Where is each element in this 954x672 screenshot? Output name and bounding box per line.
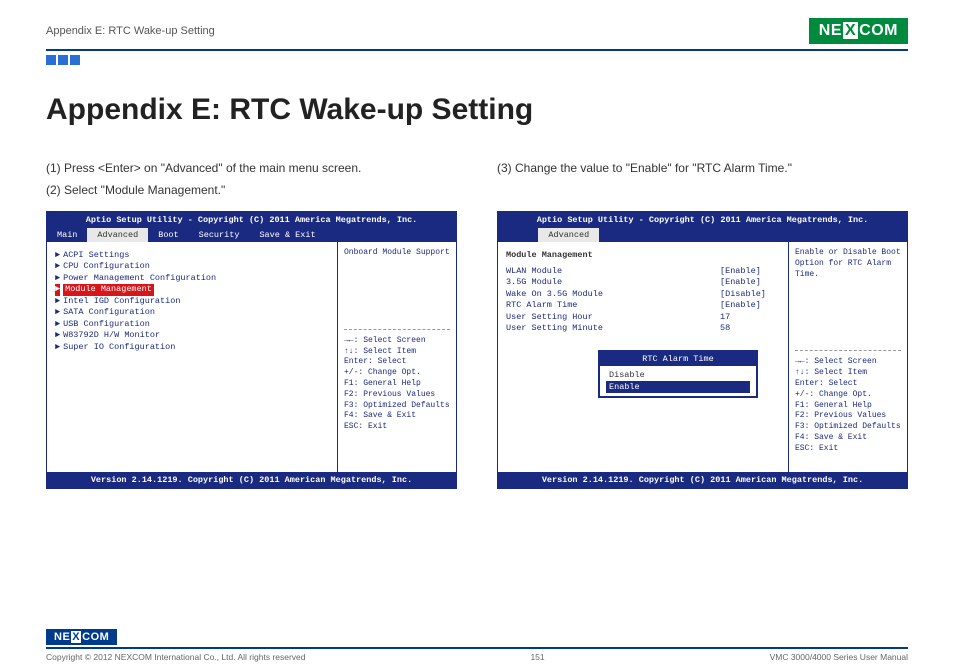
step-3: (3) Change the value to "Enable" for "RT… [497,161,908,175]
menu-item-hwmon[interactable]: ►W83792D H/W Monitor [55,330,329,341]
tab-security[interactable]: Security [189,228,250,242]
menu-item-igd[interactable]: ►Intel IGD Configuration [55,296,329,307]
page-number: 151 [306,652,770,662]
row-minute[interactable]: User Setting Minute58 [506,323,780,334]
tab-boot[interactable]: Boot [148,228,188,242]
tab-advanced[interactable]: Advanced [87,228,148,242]
side-description: Onboard Module Support [344,248,450,259]
menu-item-power[interactable]: ►Power Management Configuration [55,273,329,284]
breadcrumb: Appendix E: RTC Wake-up Setting [46,25,215,37]
bios-version-bar: Version 2.14.1219. Copyright (C) 2011 Am… [498,472,907,488]
bios-title-bar: Aptio Setup Utility - Copyright (C) 2011… [47,212,456,228]
row-35g[interactable]: 3.5G Module[Enable] [506,277,780,288]
copyright: Copyright © 2012 NEXCOM International Co… [46,652,306,662]
bios-key-help: →←: Select Screen↑↓: Select Item Enter: … [795,350,901,454]
step-1: (1) Press <Enter> on "Advanced" of the m… [46,161,457,175]
bios-title-bar: Aptio Setup Utility - Copyright (C) 2011… [498,212,907,228]
side-description: Enable or Disable Boot Option for RTC Al… [795,248,901,280]
row-wake-35g[interactable]: Wake On 3.5G Module[Disable] [506,289,780,300]
option-enable[interactable]: Enable [606,381,750,393]
bios-main-panel: ►ACPI Settings ►CPU Configuration ►Power… [47,242,338,472]
logo: NEXCOM [809,18,908,44]
option-disable[interactable]: Disable [606,369,750,381]
popup-title: RTC Alarm Time [600,352,756,366]
left-column: (1) Press <Enter> on "Advanced" of the m… [46,161,457,489]
bios-version-bar: Version 2.14.1219. Copyright (C) 2011 Am… [47,472,456,488]
row-hour[interactable]: User Setting Hour17 [506,312,780,323]
manual-name: VMC 3000/4000 Series User Manual [770,652,908,662]
tab-main[interactable]: Main [47,228,87,242]
bios-key-help: →←: Select Screen↑↓: Select Item Enter: … [344,329,450,433]
menu-item-acpi[interactable]: ►ACPI Settings [55,250,329,261]
rtc-alarm-popup: RTC Alarm Time Disable Enable [598,350,758,398]
step-2: (2) Select "Module Management." [46,183,457,197]
page-title: Appendix E: RTC Wake-up Setting [46,93,908,127]
menu-item-sata[interactable]: ►SATA Configuration [55,307,329,318]
bios-tabs: Main Advanced Boot Security Save & Exit [47,228,456,242]
menu-item-superio[interactable]: ►Super IO Configuration [55,342,329,353]
row-wlan[interactable]: WLAN Module[Enable] [506,266,780,277]
tab-advanced[interactable]: Advanced [538,228,599,242]
menu-item-module-mgmt[interactable]: ►Module Management [55,284,329,295]
bios-side-panel: Enable or Disable Boot Option for RTC Al… [789,242,907,472]
decorative-squares [46,55,908,65]
bios-screenshot-1: Aptio Setup Utility - Copyright (C) 2011… [46,211,457,489]
bios-screenshot-2: Aptio Setup Utility - Copyright (C) 2011… [497,211,908,489]
footer-logo: NEXCOM [46,629,117,645]
header-rule [46,49,908,51]
page-footer: NEXCOM Copyright © 2012 NEXCOM Internati… [46,627,908,662]
tab-save-exit[interactable]: Save & Exit [249,228,325,242]
bios-main-panel: Module Management WLAN Module[Enable] 3.… [498,242,789,472]
menu-item-cpu[interactable]: ►CPU Configuration [55,261,329,272]
right-column: (3) Change the value to "Enable" for "RT… [497,161,908,489]
bios-tabs: Main Advanced [498,228,907,242]
row-rtc-alarm[interactable]: RTC Alarm Time[Enable] [506,300,780,311]
bios-side-panel: Onboard Module Support →←: Select Screen… [338,242,456,472]
menu-item-usb[interactable]: ►USB Configuration [55,319,329,330]
section-title: Module Management [506,250,780,260]
